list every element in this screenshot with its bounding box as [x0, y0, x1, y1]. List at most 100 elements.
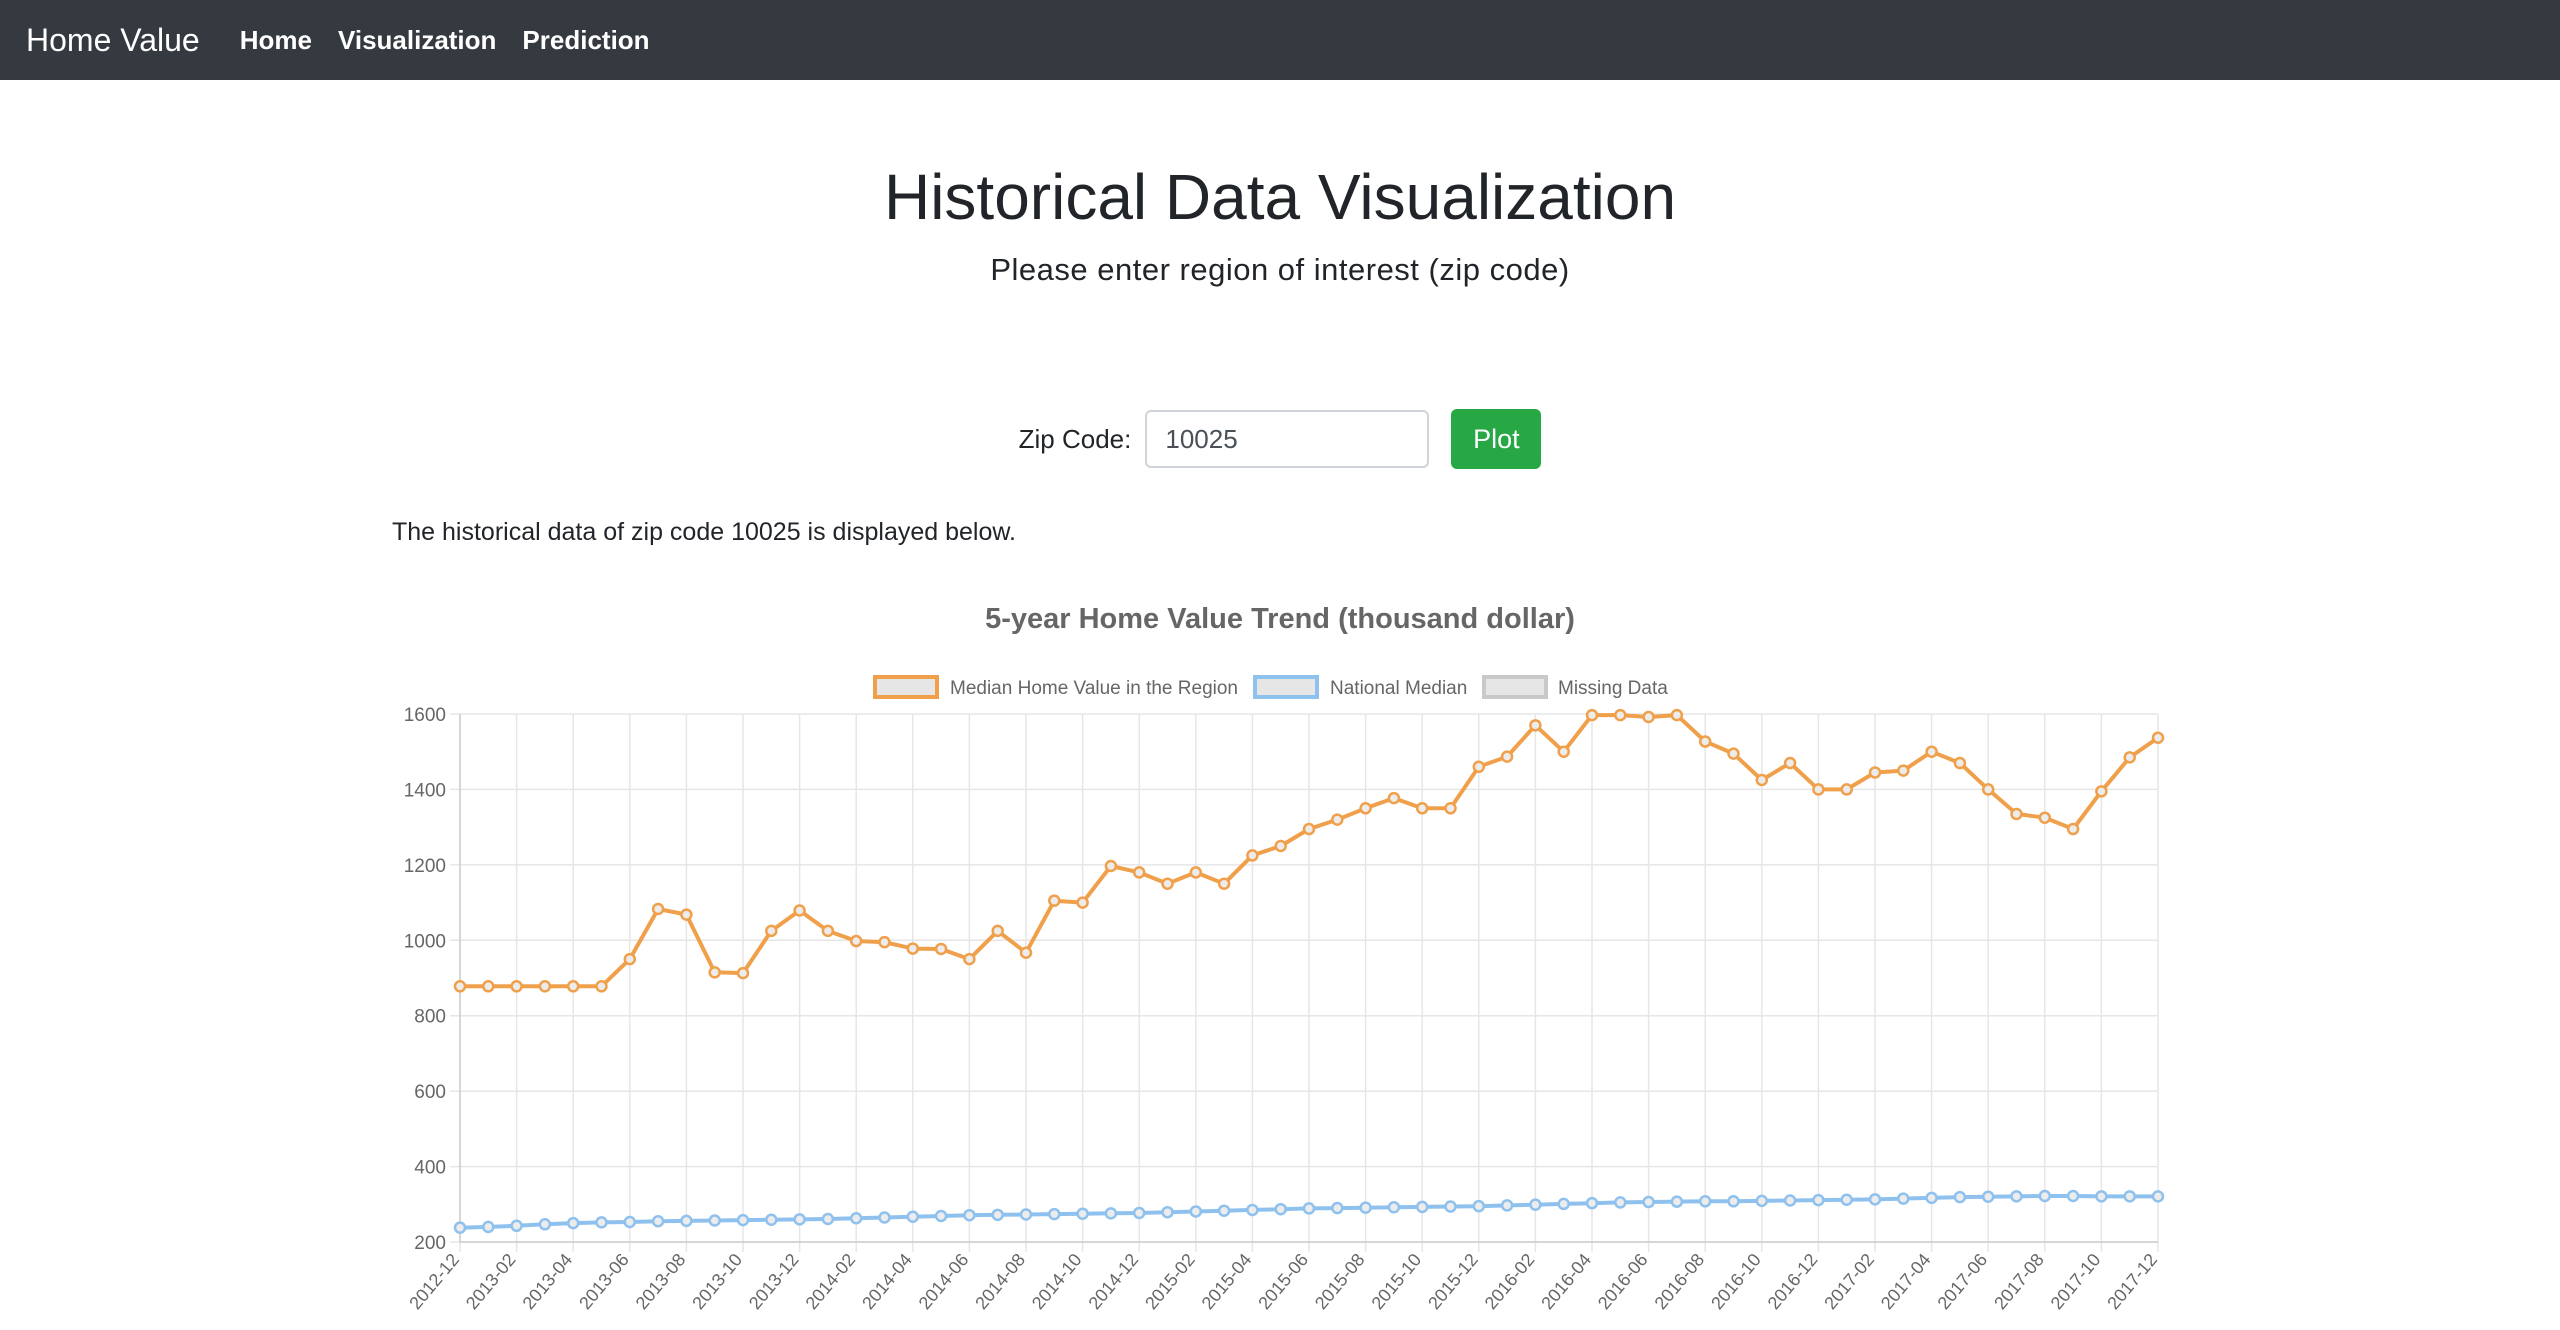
data-point[interactable] — [708, 966, 721, 979]
data-point[interactable] — [1076, 1207, 1089, 1220]
data-point[interactable] — [2010, 807, 2023, 821]
data-point[interactable] — [1132, 1206, 1146, 1220]
data-point[interactable] — [1472, 760, 1486, 774]
nav-prediction-link[interactable]: Prediction — [522, 25, 649, 56]
data-point[interactable] — [1642, 710, 1655, 724]
data-point[interactable] — [793, 1213, 806, 1226]
data-point[interactable] — [1104, 1207, 1118, 1220]
data-point[interactable] — [1104, 859, 1118, 873]
data-point[interactable] — [1698, 1195, 1712, 1208]
data-point[interactable] — [1444, 1200, 1457, 1213]
data-point[interactable] — [1529, 719, 1542, 732]
data-point[interactable] — [538, 1218, 552, 1231]
data-point[interactable] — [1670, 708, 1684, 722]
data-point[interactable] — [651, 902, 665, 916]
data-point[interactable] — [1274, 839, 1287, 853]
data-point[interactable] — [1189, 1205, 1203, 1218]
data-point[interactable] — [2066, 1189, 2080, 1203]
data-point[interactable] — [1614, 1196, 1627, 1209]
data-point[interactable] — [736, 1213, 750, 1227]
data-point[interactable] — [482, 1220, 495, 1234]
data-point[interactable] — [1953, 756, 1967, 770]
data-point[interactable] — [1925, 745, 1938, 758]
data-point[interactable] — [991, 1208, 1004, 1222]
data-point[interactable] — [1302, 1202, 1316, 1215]
data-point[interactable] — [1217, 877, 1231, 890]
data-point[interactable] — [1132, 866, 1146, 879]
data-point[interactable] — [1868, 766, 1882, 779]
data-point[interactable] — [680, 1214, 693, 1228]
data-point[interactable] — [2038, 811, 2052, 824]
legend-item[interactable]: National Median — [1253, 675, 1467, 699]
data-point[interactable] — [1981, 1190, 1995, 1203]
data-point[interactable] — [1359, 802, 1372, 815]
data-point[interactable] — [482, 980, 495, 993]
data-point[interactable] — [1557, 745, 1570, 758]
data-point[interactable] — [849, 934, 863, 948]
data-point[interactable] — [1897, 1192, 1910, 1205]
zip-code-input[interactable] — [1145, 410, 1430, 468]
data-point[interactable] — [765, 1213, 778, 1226]
data-point[interactable] — [1557, 1197, 1570, 1211]
data-point[interactable] — [1614, 708, 1627, 722]
data-point[interactable] — [1981, 783, 1995, 796]
data-point[interactable] — [510, 980, 523, 993]
data-point[interactable] — [906, 1210, 920, 1223]
data-point[interactable] — [1331, 813, 1344, 826]
data-point[interactable] — [510, 1219, 523, 1233]
brand-link[interactable]: Home Value — [26, 22, 200, 59]
data-point[interactable] — [878, 1211, 891, 1224]
data-point[interactable] — [1246, 849, 1259, 862]
data-point[interactable] — [1217, 1204, 1231, 1217]
data-point[interactable] — [2123, 751, 2136, 764]
data-point[interactable] — [963, 952, 976, 966]
data-point[interactable] — [1444, 802, 1457, 815]
data-point[interactable] — [453, 1221, 467, 1234]
data-point[interactable] — [1727, 747, 1740, 760]
data-point[interactable] — [680, 908, 693, 921]
data-point[interactable] — [1189, 866, 1203, 879]
data-point[interactable] — [934, 1209, 948, 1223]
data-point[interactable] — [2038, 1189, 2052, 1203]
data-point[interactable] — [1048, 1207, 1061, 1221]
plot-button[interactable]: Plot — [1451, 409, 1542, 469]
data-point[interactable] — [1246, 1203, 1259, 1217]
data-point[interactable] — [963, 1208, 976, 1222]
data-point[interactable] — [1529, 1198, 1542, 1211]
data-point[interactable] — [1840, 1193, 1853, 1207]
data-point[interactable] — [651, 1215, 665, 1228]
nav-home-link[interactable]: Home — [240, 25, 312, 56]
data-point[interactable] — [595, 1216, 608, 1229]
data-point[interactable] — [595, 980, 608, 993]
data-point[interactable] — [2151, 1190, 2165, 1203]
data-point[interactable] — [623, 952, 637, 966]
data-point[interactable] — [1755, 773, 1769, 787]
data-point[interactable] — [1953, 1190, 1967, 1204]
data-point[interactable] — [1812, 1193, 1825, 1207]
data-point[interactable] — [1387, 1201, 1401, 1214]
data-point[interactable] — [1500, 750, 1514, 763]
data-point[interactable] — [821, 1212, 835, 1226]
data-point[interactable] — [2123, 1190, 2136, 1203]
data-point[interactable] — [1698, 735, 1712, 748]
data-point[interactable] — [878, 935, 891, 949]
data-point[interactable] — [1019, 1208, 1033, 1221]
data-point[interactable] — [1048, 894, 1061, 907]
data-point[interactable] — [1755, 1194, 1769, 1208]
data-point[interactable] — [1161, 877, 1174, 890]
data-point[interactable] — [538, 980, 552, 993]
data-point[interactable] — [1670, 1195, 1684, 1208]
data-point[interactable] — [1019, 946, 1033, 959]
data-point[interactable] — [793, 904, 806, 917]
data-point[interactable] — [1415, 802, 1429, 815]
data-point[interactable] — [736, 966, 750, 980]
data-point[interactable] — [1868, 1193, 1882, 1206]
data-point[interactable] — [453, 980, 467, 993]
data-point[interactable] — [991, 924, 1004, 938]
data-point[interactable] — [1076, 896, 1089, 909]
data-point[interactable] — [1302, 822, 1316, 836]
data-point[interactable] — [849, 1211, 863, 1225]
data-point[interactable] — [1359, 1201, 1372, 1214]
data-point[interactable] — [765, 924, 778, 938]
data-point[interactable] — [1840, 783, 1853, 796]
